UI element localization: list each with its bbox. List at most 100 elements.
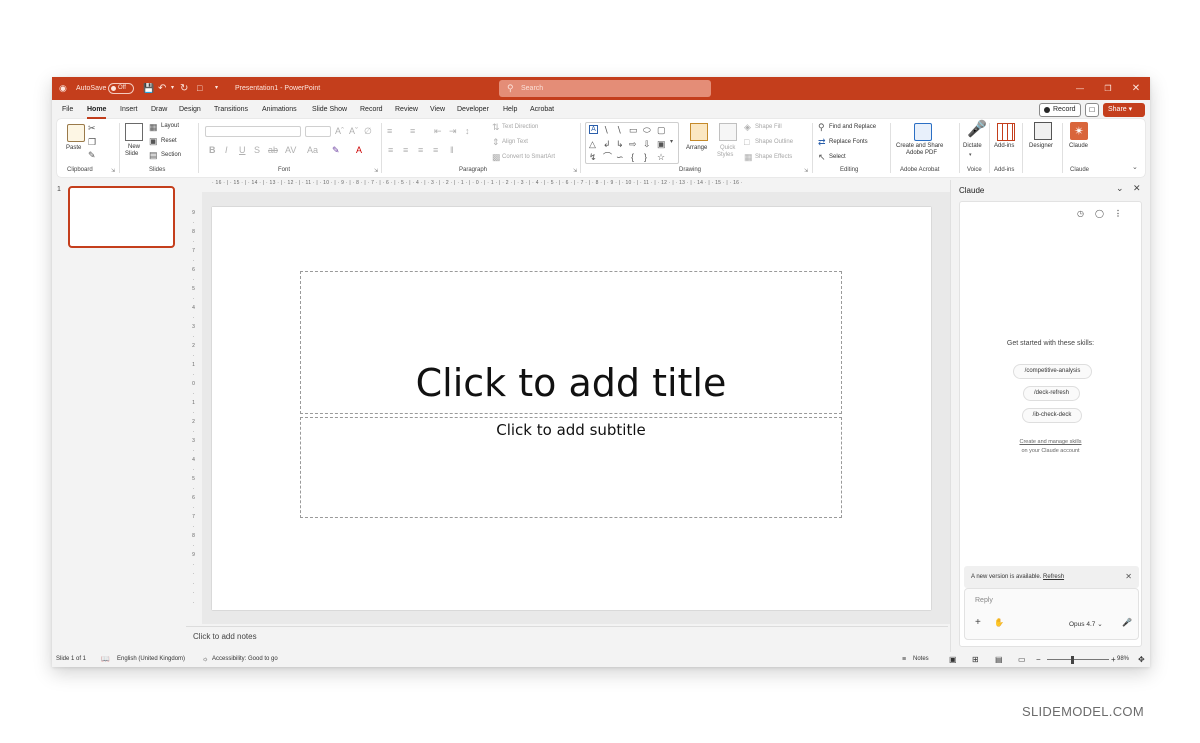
zoom-slider-thumb[interactable] bbox=[1071, 656, 1074, 664]
spelling-icon[interactable]: 📖 bbox=[101, 652, 110, 667]
create-share-label[interactable]: Create and Share bbox=[896, 143, 943, 149]
right-brace-icon[interactable]: } bbox=[644, 152, 647, 162]
shadow-icon[interactable]: S bbox=[254, 145, 260, 155]
find-replace-button[interactable]: Find and Replace bbox=[829, 124, 876, 130]
oval-icon[interactable]: ⬭ bbox=[643, 125, 651, 135]
add-icon[interactable]: + bbox=[975, 617, 981, 628]
dictate-dropdown-icon[interactable]: ▾ bbox=[969, 150, 972, 160]
paste-label[interactable]: Paste bbox=[66, 145, 81, 151]
snip-rectangle-icon[interactable]: ▣ bbox=[657, 139, 666, 149]
comments-icon[interactable]: □ bbox=[1085, 103, 1099, 117]
tab-draw[interactable]: Draw bbox=[151, 100, 167, 119]
share-button[interactable]: Share ▾ bbox=[1103, 103, 1145, 117]
line-icon[interactable]: ∖ bbox=[603, 125, 609, 135]
refresh-link[interactable]: Refresh bbox=[1043, 574, 1064, 580]
font-name-dropdown[interactable] bbox=[205, 126, 301, 137]
designer-button[interactable]: Designer bbox=[1029, 143, 1053, 149]
manage-skills-link[interactable]: Create and manage skills bbox=[960, 439, 1141, 445]
align-center-icon[interactable]: ≡ bbox=[403, 145, 408, 155]
notes-pane[interactable]: Click to add notes bbox=[186, 626, 948, 652]
tab-view[interactable]: View bbox=[430, 100, 445, 119]
skill-ib-check-deck[interactable]: /ib-check-deck bbox=[1022, 408, 1082, 423]
record-button[interactable]: Record bbox=[1039, 103, 1081, 117]
paste-icon[interactable] bbox=[67, 124, 85, 142]
quick-styles-label[interactable]: Quick bbox=[720, 145, 735, 151]
model-selector[interactable]: Opus 4.7 ⌄ bbox=[1069, 620, 1103, 628]
shape-outline-button[interactable]: Shape Outline bbox=[755, 139, 793, 145]
zoom-slider[interactable] bbox=[1047, 659, 1109, 660]
underline-icon[interactable]: U bbox=[239, 145, 246, 155]
decrease-font-icon[interactable]: Aˇ bbox=[349, 126, 358, 136]
designer-icon[interactable] bbox=[1034, 122, 1052, 140]
new-chat-icon[interactable]: ◯ bbox=[1095, 209, 1104, 218]
autosave-toggle[interactable]: Off bbox=[108, 83, 134, 94]
language-indicator[interactable]: English (United Kingdom) bbox=[117, 652, 185, 667]
microphone-icon[interactable]: 🎤 bbox=[967, 121, 987, 139]
new-slide-label-2[interactable]: Slide bbox=[125, 151, 138, 157]
dictate-button[interactable]: Dictate bbox=[963, 143, 982, 149]
select-button[interactable]: Select bbox=[829, 154, 846, 160]
slide-sorter-icon[interactable]: ⊞ bbox=[972, 652, 979, 667]
tab-animations[interactable]: Animations bbox=[262, 100, 297, 119]
layout-button[interactable]: Layout bbox=[161, 123, 179, 129]
chevron-down-icon[interactable]: ⌄ bbox=[1116, 183, 1124, 194]
hand-icon[interactable]: ✋ bbox=[994, 618, 1004, 627]
star-icon[interactable]: ☆ bbox=[657, 152, 665, 162]
reading-view-icon[interactable]: ▤ bbox=[995, 652, 1003, 667]
tab-record[interactable]: Record bbox=[360, 100, 383, 119]
tab-acrobat[interactable]: Acrobat bbox=[530, 100, 554, 119]
history-icon[interactable]: ◷ bbox=[1077, 209, 1084, 218]
line-spacing-icon[interactable]: ↕ bbox=[465, 126, 470, 136]
addins-icon[interactable] bbox=[997, 123, 1015, 141]
rounded-rectangle-icon[interactable]: ▢ bbox=[657, 125, 666, 135]
italic-icon[interactable]: I bbox=[225, 145, 228, 155]
addins-button[interactable]: Add-ins bbox=[994, 143, 1014, 149]
justify-icon[interactable]: ≡ bbox=[433, 145, 438, 155]
increase-font-icon[interactable]: Aˆ bbox=[335, 126, 344, 136]
reset-button[interactable]: Reset bbox=[161, 138, 177, 144]
arrow-right-icon[interactable]: ⇨ bbox=[629, 139, 637, 149]
replace-fonts-button[interactable]: Replace Fonts bbox=[829, 139, 868, 145]
create-share-label-2[interactable]: Adobe PDF bbox=[906, 150, 937, 156]
section-button[interactable]: Section bbox=[161, 152, 181, 158]
fit-to-window-icon[interactable]: ✥ bbox=[1138, 652, 1145, 667]
skill-competitive-analysis[interactable]: /competitive-analysis bbox=[1013, 364, 1092, 379]
title-placeholder[interactable]: Click to add title bbox=[300, 271, 842, 414]
redo-icon[interactable]: ↻ bbox=[180, 77, 188, 100]
shapes-gallery[interactable]: A ∖ ∖ ▭ ⬭ ▢ △ ↲ ↳ ⇨ ⇩ ▣ ↯ ⌒ ∽ { } ☆ ▾ bbox=[585, 122, 679, 164]
left-brace-icon[interactable]: { bbox=[631, 152, 634, 162]
freeform-icon[interactable]: ↯ bbox=[589, 152, 597, 162]
curve-icon[interactable]: ∽ bbox=[616, 152, 624, 162]
close-icon[interactable]: ✕ bbox=[1122, 77, 1150, 100]
customize-toolbar-icon[interactable]: ▾ bbox=[215, 77, 218, 100]
microphone-icon[interactable]: 🎤 bbox=[1122, 618, 1132, 627]
minimize-icon[interactable]: — bbox=[1066, 77, 1094, 100]
align-left-icon[interactable]: ≡ bbox=[388, 145, 393, 155]
format-painter-icon[interactable]: ✎ bbox=[88, 150, 96, 160]
shape-effects-button[interactable]: Shape Effects bbox=[755, 154, 792, 160]
close-icon[interactable]: ✕ bbox=[1133, 183, 1141, 194]
clipboard-launcher-icon[interactable]: ⇲ bbox=[111, 168, 115, 174]
notes-button[interactable]: Notes bbox=[913, 652, 929, 667]
arrange-button[interactable]: Arrange bbox=[686, 145, 707, 151]
decrease-indent-icon[interactable]: ⇤ bbox=[434, 126, 442, 136]
restore-icon[interactable]: ❐ bbox=[1094, 77, 1122, 100]
triangle-icon[interactable]: △ bbox=[589, 139, 596, 149]
more-options-icon[interactable]: ⋮ bbox=[1114, 209, 1122, 218]
undo-dropdown-icon[interactable]: ▾ bbox=[171, 77, 174, 100]
search-input[interactable]: ⚲ Search bbox=[499, 80, 711, 97]
new-slide-label[interactable]: New bbox=[128, 144, 140, 150]
arc-icon[interactable]: ⌒ bbox=[603, 152, 612, 162]
strikethrough-icon[interactable]: ab bbox=[268, 145, 278, 155]
claude-icon[interactable]: ✴ bbox=[1070, 122, 1088, 140]
highlight-icon[interactable]: ✎ bbox=[332, 145, 340, 155]
align-text-button[interactable]: Align Text bbox=[502, 139, 528, 145]
undo-icon[interactable]: ↶ bbox=[158, 77, 166, 100]
tab-transitions[interactable]: Transitions bbox=[214, 100, 248, 119]
quick-styles-label-2[interactable]: Styles bbox=[717, 152, 733, 158]
subtitle-placeholder[interactable]: Click to add subtitle bbox=[300, 417, 842, 518]
bullets-icon[interactable]: ≡ bbox=[387, 126, 392, 136]
text-direction-button[interactable]: Text Direction bbox=[502, 124, 538, 130]
slideshow-view-icon[interactable]: ▭ bbox=[1018, 652, 1026, 667]
change-case-icon[interactable]: Aa bbox=[307, 145, 318, 155]
